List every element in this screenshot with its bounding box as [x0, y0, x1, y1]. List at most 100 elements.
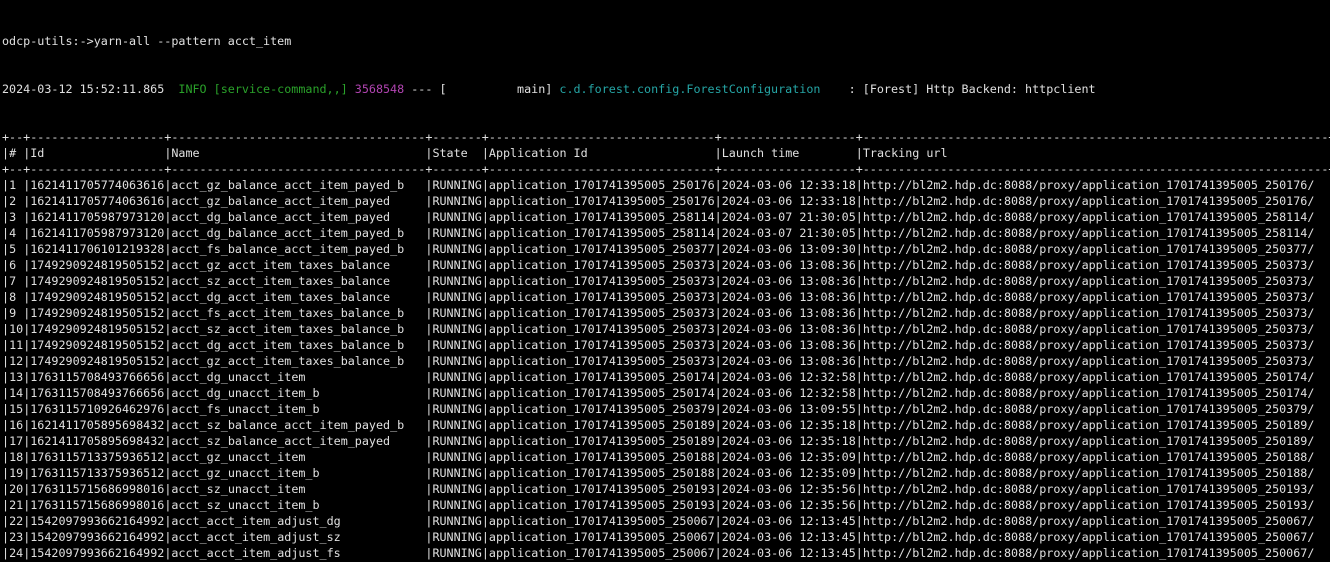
tracking-url-cell[interactable]: http://bl2m2.hdp.dc:8088/proxy/applicati… [863, 418, 1329, 432]
cell-separator: | [482, 514, 489, 528]
id-cell: 1763115715686998016 [30, 482, 164, 496]
cell-separator: | [856, 402, 863, 416]
log-level: INFO [178, 82, 213, 96]
cell-separator: | [2, 434, 9, 448]
tracking-url-cell[interactable]: http://bl2m2.hdp.dc:8088/proxy/applicati… [863, 290, 1329, 304]
cell-separator: | [482, 434, 489, 448]
application-id-cell: application_1701741395005_250189 [489, 418, 715, 432]
cell-separator: | [2, 370, 9, 384]
application-id-cell: application_1701741395005_250373 [489, 306, 715, 320]
state-cell: RUNNING [432, 322, 481, 336]
tracking-url-cell[interactable]: http://bl2m2.hdp.dc:8088/proxy/applicati… [863, 258, 1329, 272]
application-id-cell: application_1701741395005_250174 [489, 386, 715, 400]
table-row: |1 |1621411705774063616|acct_gz_balance_… [2, 177, 1330, 193]
name-cell: acct_fs_balance_acct_item_payed_b [171, 242, 425, 256]
state-cell: RUNNING [432, 274, 481, 288]
table-row: |9 |1749290924819505152|acct_fs_acct_ite… [2, 305, 1330, 321]
state-cell: RUNNING [432, 386, 481, 400]
tracking-url-cell[interactable]: http://bl2m2.hdp.dc:8088/proxy/applicati… [863, 322, 1329, 336]
id-cell: 1542097993662164992 [30, 514, 164, 528]
tracking-url-cell[interactable]: http://bl2m2.hdp.dc:8088/proxy/applicati… [863, 194, 1329, 208]
cell-separator: | [856, 178, 863, 192]
tracking-url-cell[interactable]: http://bl2m2.hdp.dc:8088/proxy/applicati… [863, 210, 1329, 224]
cell-separator: | [482, 482, 489, 496]
cell-separator: | [856, 466, 863, 480]
table-row: |22|1542097993662164992|acct_acct_item_a… [2, 513, 1330, 529]
tracking-url-cell[interactable]: http://bl2m2.hdp.dc:8088/proxy/applicati… [863, 338, 1329, 352]
table-row: |12|1749290924819505152|acct_gz_acct_ite… [2, 353, 1330, 369]
cell-separator: | [856, 306, 863, 320]
name-cell: acct_acct_item_adjust_dg [171, 514, 425, 528]
tracking-url-cell[interactable]: http://bl2m2.hdp.dc:8088/proxy/applicati… [863, 354, 1329, 368]
row-number-cell: 23 [9, 530, 23, 544]
cell-separator: | [715, 274, 722, 288]
cell-separator: | [2, 146, 9, 160]
table-row: |15|1763115710926462976|acct_fs_unacct_i… [2, 401, 1330, 417]
state-cell: RUNNING [432, 466, 481, 480]
application-id-cell: application_1701741395005_250189 [489, 434, 715, 448]
application-id-cell: application_1701741395005_250193 [489, 498, 715, 512]
id-cell: 1763115710926462976 [30, 402, 164, 416]
table-border-top: +--+-------------------+----------------… [2, 129, 1330, 145]
log-app-context: [service-command,,] [214, 82, 355, 96]
launch-time-cell: 2024-03-06 12:35:09 [722, 466, 856, 480]
tracking-url-cell[interactable]: http://bl2m2.hdp.dc:8088/proxy/applicati… [863, 306, 1329, 320]
launch-time-cell: 2024-03-06 12:33:18 [722, 194, 856, 208]
cell-separator: | [482, 242, 489, 256]
tracking-url-cell[interactable]: http://bl2m2.hdp.dc:8088/proxy/applicati… [863, 386, 1329, 400]
tracking-url-cell[interactable]: http://bl2m2.hdp.dc:8088/proxy/applicati… [863, 530, 1329, 544]
log-logger-class: c.d.forest.config.ForestConfiguration [559, 82, 820, 96]
cell-separator: | [715, 354, 722, 368]
row-number-cell: 1 [9, 178, 23, 192]
cell-separator: | [2, 546, 9, 560]
cell-separator: | [715, 146, 722, 160]
cell-separator: | [715, 338, 722, 352]
cell-separator: | [2, 450, 9, 464]
launch-time-cell: 2024-03-07 21:30:05 [722, 226, 856, 240]
cell-separator: | [715, 434, 722, 448]
tracking-url-cell[interactable]: http://bl2m2.hdp.dc:8088/proxy/applicati… [863, 370, 1329, 384]
tracking-url-cell[interactable]: http://bl2m2.hdp.dc:8088/proxy/applicati… [863, 482, 1329, 496]
cell-separator: | [482, 370, 489, 384]
launch-time-cell: 2024-03-06 12:35:09 [722, 450, 856, 464]
tracking-url-cell[interactable]: http://bl2m2.hdp.dc:8088/proxy/applicati… [863, 514, 1329, 528]
cell-separator: | [856, 226, 863, 240]
tracking-url-cell[interactable]: http://bl2m2.hdp.dc:8088/proxy/applicati… [863, 466, 1329, 480]
tracking-url-cell[interactable]: http://bl2m2.hdp.dc:8088/proxy/applicati… [863, 450, 1329, 464]
cell-separator: | [482, 418, 489, 432]
tracking-url-cell[interactable]: http://bl2m2.hdp.dc:8088/proxy/applicati… [863, 274, 1329, 288]
tracking-url-cell[interactable]: http://bl2m2.hdp.dc:8088/proxy/applicati… [863, 178, 1329, 192]
application-id-cell: application_1701741395005_250188 [489, 450, 715, 464]
terminal-window[interactable]: odcp-utils:->yarn-all --pattern acct_ite… [0, 0, 1330, 562]
id-cell: 1763115713375936512 [30, 450, 164, 464]
state-cell: RUNNING [432, 418, 481, 432]
cell-separator: | [715, 258, 722, 272]
cell-separator: | [2, 354, 9, 368]
log-pid: 3568548 [355, 82, 404, 96]
state-cell: RUNNING [432, 338, 481, 352]
cell-separator: | [715, 226, 722, 240]
tracking-url-cell[interactable]: http://bl2m2.hdp.dc:8088/proxy/applicati… [863, 226, 1329, 240]
table-header-row: |# |Id |Name |State |Application Id |Lau… [2, 145, 1330, 161]
cell-separator: | [856, 194, 863, 208]
tracking-url-cell[interactable]: http://bl2m2.hdp.dc:8088/proxy/applicati… [863, 434, 1329, 448]
tracking-url-cell[interactable]: http://bl2m2.hdp.dc:8088/proxy/applicati… [863, 242, 1329, 256]
column-header-number: # [9, 146, 23, 160]
launch-time-cell: 2024-03-06 12:32:58 [722, 386, 856, 400]
column-header-application_id: Application Id [489, 146, 715, 160]
command-text: yarn-all --pattern acct_item [94, 34, 292, 48]
tracking-url-cell[interactable]: http://bl2m2.hdp.dc:8088/proxy/applicati… [863, 498, 1329, 512]
table-row: |10|1749290924819505152|acct_sz_acct_ite… [2, 321, 1330, 337]
cell-separator: | [2, 306, 9, 320]
name-cell: acct_sz_unacct_item [171, 482, 425, 496]
state-cell: RUNNING [432, 402, 481, 416]
row-number-cell: 16 [9, 418, 23, 432]
id-cell: 1621411705774063616 [30, 194, 164, 208]
tracking-url-cell[interactable]: http://bl2m2.hdp.dc:8088/proxy/applicati… [863, 546, 1329, 560]
cell-separator: | [856, 498, 863, 512]
cell-separator: | [715, 370, 722, 384]
cell-separator: | [2, 194, 9, 208]
application-id-cell: application_1701741395005_250373 [489, 290, 715, 304]
tracking-url-cell[interactable]: http://bl2m2.hdp.dc:8088/proxy/applicati… [863, 402, 1329, 416]
cell-separator: | [2, 466, 9, 480]
